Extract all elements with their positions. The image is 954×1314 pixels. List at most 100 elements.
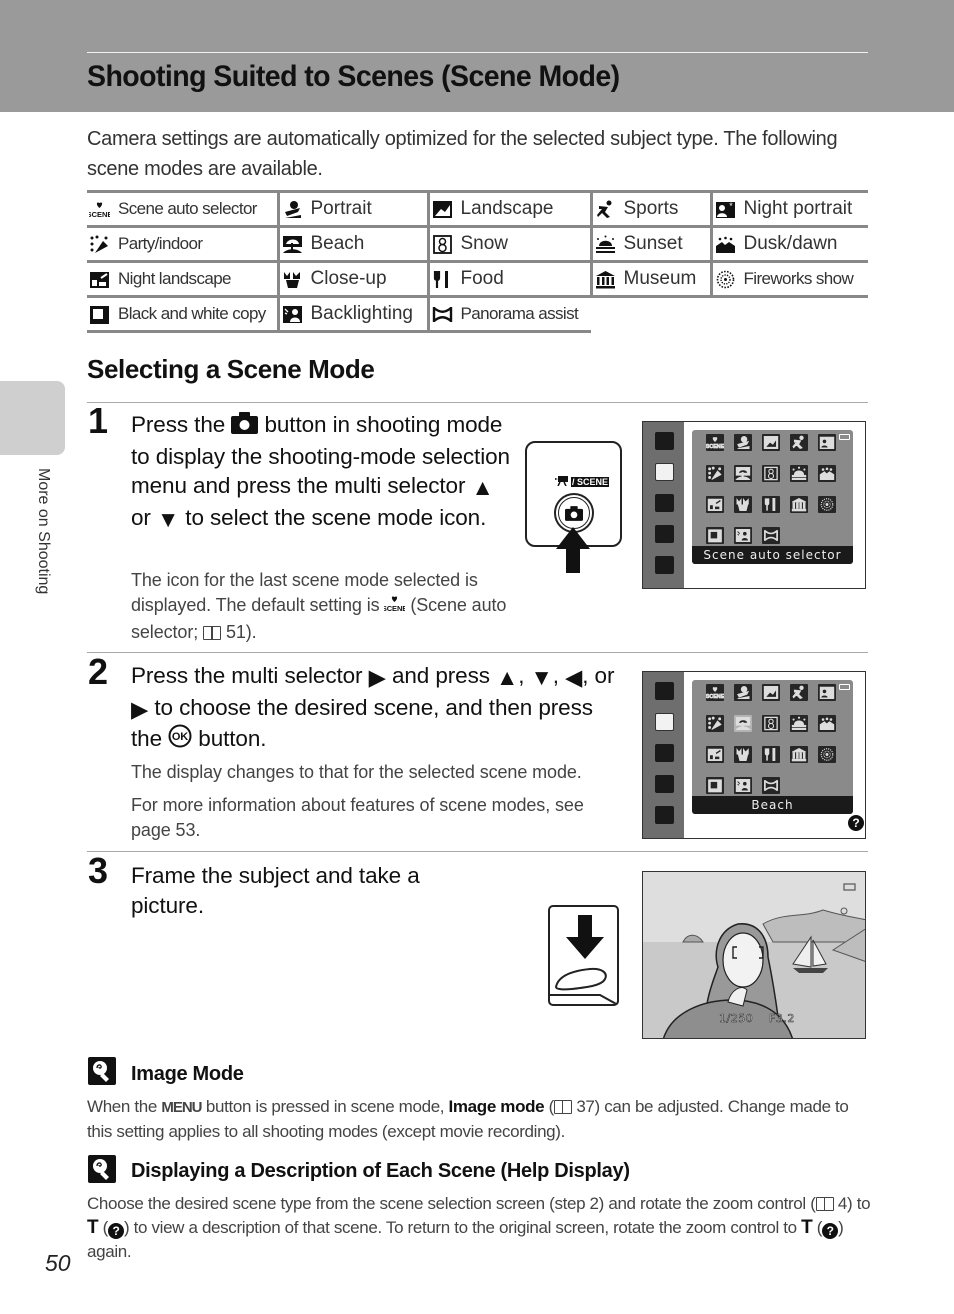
tip-icon — [88, 1057, 116, 1085]
battery-icon — [839, 434, 850, 440]
svg-text:SCENE: SCENE — [89, 210, 110, 219]
scene-mode-label: Scene auto selector — [118, 199, 257, 218]
close-up-icon — [282, 270, 303, 289]
close-up-icon — [734, 746, 752, 763]
close-up-icon — [734, 496, 752, 513]
beach-icon — [734, 465, 752, 482]
smart-portrait-icon — [655, 744, 674, 762]
svg-text:SCENE: SCENE — [706, 694, 724, 700]
movie-icon — [655, 806, 674, 824]
scene-mode-label: Fireworks show — [743, 269, 854, 288]
scene-mode-label: Museum — [623, 268, 697, 289]
scene-table-cell: Sports — [589, 190, 711, 228]
press-arrow-icon — [556, 527, 590, 573]
auto-mode-icon — [655, 432, 674, 450]
landscape-icon — [432, 200, 453, 219]
right-arrow-icon: ▶ — [368, 665, 386, 690]
scene-mode-label: Portrait — [310, 198, 372, 219]
landscape-icon — [762, 684, 780, 701]
night-portrait-icon: * — [818, 434, 836, 451]
scene-table-cell: Food — [426, 260, 591, 298]
scene-auto-selector-icon: SCENE — [705, 434, 725, 451]
shutter-finger-icon — [550, 915, 617, 1004]
help-icon: ? — [848, 815, 864, 831]
scene-table-cell: Snow — [426, 225, 591, 263]
step-2-instruction: Press the multi selector ▶ and press ▲, … — [131, 661, 621, 756]
scene-mode-label: Beach — [310, 233, 365, 254]
scene-selection-screen: Beach ? SCENE * — [642, 671, 866, 839]
step-number: 1 — [88, 400, 109, 441]
food-icon — [762, 746, 780, 763]
dusk-dawn-icon — [818, 465, 836, 482]
aperture-readout: F3.2 — [769, 1012, 795, 1026]
night-landscape-icon — [706, 496, 724, 513]
panorama-assist-icon — [432, 305, 453, 324]
step-divider — [87, 652, 868, 653]
empty-cell — [591, 297, 711, 332]
snow-icon — [432, 234, 453, 254]
step-divider — [87, 851, 868, 852]
step-1-instruction: Press the button in shooting mode to dis… — [131, 410, 511, 534]
scene-caption: Beach — [692, 796, 853, 814]
page-number: 50 — [45, 1250, 71, 1276]
scene-table-cell: Sunset — [589, 225, 711, 263]
shutter-speed-readout: 1/250 — [719, 1012, 754, 1026]
camera-icon — [565, 505, 583, 521]
scene-caption: Scene auto selector — [692, 546, 853, 564]
tip-icon — [88, 1155, 116, 1183]
scene-auto-selector-icon: SCENE — [89, 200, 110, 219]
sunset-icon — [790, 465, 808, 482]
beach-icon — [282, 235, 303, 254]
scene-table-cell: Backlighting — [276, 295, 428, 333]
scene-mode-table: SCENE Scene auto selector Portrait Landscap… — [87, 190, 868, 333]
party-indoor-icon — [706, 715, 724, 732]
portrait-icon — [734, 684, 752, 701]
dusk-dawn-icon — [818, 715, 836, 732]
museum-icon — [790, 746, 808, 763]
step-number: 3 — [88, 850, 109, 891]
backlighting-icon — [282, 305, 303, 324]
camera-button-icon — [231, 412, 259, 442]
reference-book-icon — [815, 1197, 834, 1211]
menu-button-label: MENU — [161, 1099, 202, 1116]
night-portrait-icon: * — [818, 684, 836, 701]
black-and-white-copy-icon — [706, 527, 724, 544]
step-number: 2 — [88, 651, 109, 692]
portrait-icon — [734, 434, 752, 451]
night-landscape-icon — [706, 746, 724, 763]
scene-mode-label: Sunset — [623, 233, 683, 254]
landscape-icon — [762, 434, 780, 451]
empty-cell — [711, 297, 868, 332]
svg-text:OK: OK — [172, 731, 188, 743]
scene-table-cell: Black and white copy — [87, 295, 278, 333]
scene-mode-label: Close-up — [310, 268, 387, 289]
scene-mode-label: Night landscape — [118, 269, 232, 288]
fireworks-show-icon — [818, 746, 836, 763]
scene-mode-icon — [655, 713, 674, 731]
museum-icon — [790, 496, 808, 513]
backlighting-icon — [734, 777, 752, 794]
section-title: Selecting a Scene Mode — [87, 354, 375, 384]
sunset-icon — [595, 235, 616, 254]
food-icon — [762, 496, 780, 513]
up-arrow-icon: ▲ — [496, 665, 519, 690]
intro-paragraph: Camera settings are automatically optimi… — [87, 128, 838, 180]
backlighting-icon — [734, 527, 752, 544]
reference-book-icon — [203, 626, 222, 640]
zoom-t-label: T — [801, 1217, 813, 1238]
scene-mode-label: Landscape — [460, 198, 554, 219]
chapter-header-band — [0, 0, 954, 112]
dusk-dawn-icon — [715, 235, 736, 254]
party-indoor-icon — [89, 235, 110, 254]
scene-mode-label: Dusk/dawn — [743, 233, 838, 254]
down-arrow-icon: ▼ — [156, 506, 180, 532]
sports-icon — [790, 684, 808, 701]
night-landscape-icon — [89, 270, 110, 289]
note-body-image-mode: When the MENU button is pressed in scene… — [87, 1097, 849, 1141]
snow-icon — [762, 715, 780, 732]
sports-icon — [595, 200, 616, 219]
battery-icon — [839, 684, 850, 690]
scene-table-cell: Beach — [276, 225, 428, 263]
chapter-side-tab — [0, 381, 65, 455]
svg-text:SCENE: SCENE — [384, 604, 405, 613]
